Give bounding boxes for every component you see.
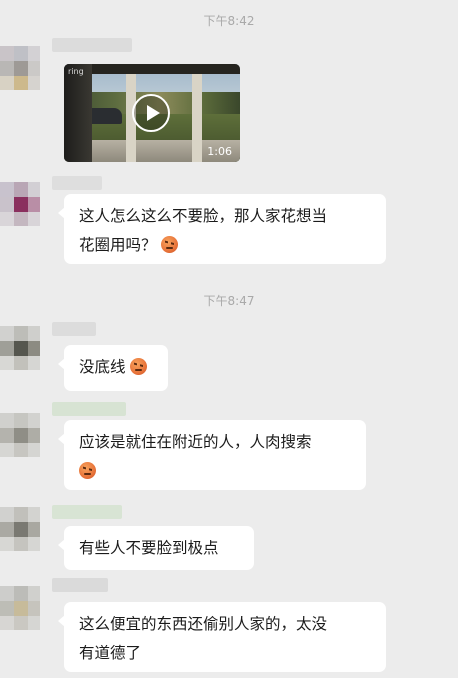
sender-name-blurred	[52, 38, 132, 52]
avatar[interactable]	[0, 586, 40, 630]
video-duration: 1:06	[207, 145, 232, 158]
message-text: 有些人不要脸到极点	[79, 539, 219, 557]
sender-name-blurred	[52, 176, 102, 190]
message-bubble[interactable]: 没底线	[58, 345, 168, 391]
video-message[interactable]: ring 1:06	[64, 64, 240, 162]
sender-name-blurred	[52, 578, 108, 592]
avatar[interactable]	[0, 46, 40, 90]
angry-face-emoji-icon	[79, 462, 96, 479]
message-text: 花圈用吗？	[79, 236, 157, 254]
sender-name-blurred	[52, 505, 122, 519]
avatar[interactable]	[0, 413, 40, 457]
message-bubble[interactable]: 应该是就住在附近的人，人肉搜索	[58, 420, 366, 490]
sender-name-blurred	[52, 322, 96, 336]
message-bubble[interactable]: 这人怎么这么不要脸，那人家花想当 花圈用吗？	[58, 194, 386, 264]
message-text: 有道德了	[79, 644, 142, 662]
message-bubble[interactable]: 这么便宜的东西还偷别人家的，太没 有道德了	[58, 602, 386, 672]
message-text: 没底线	[79, 358, 126, 376]
angry-face-emoji-icon	[160, 236, 178, 253]
angry-face-emoji-icon	[129, 358, 147, 375]
avatar[interactable]	[0, 182, 40, 226]
timestamp: 下午8:47	[203, 294, 255, 308]
avatar[interactable]	[0, 507, 40, 551]
message-text: 这么便宜的东西还偷别人家的，太没	[79, 615, 328, 633]
timestamp: 下午8:42	[203, 14, 255, 28]
avatar[interactable]	[0, 326, 40, 370]
sender-name-blurred	[52, 402, 126, 416]
message-text: 应该是就住在附近的人，人肉搜索	[79, 433, 312, 451]
message-bubble[interactable]: 有些人不要脸到极点	[58, 526, 254, 570]
message-text: 这人怎么这么不要脸，那人家花想当	[79, 207, 328, 225]
chat-screen: 下午8:42 ring 1:06 这人怎么这么不要脸，那人家花想当 花圈用吗？ …	[0, 0, 458, 678]
video-watermark: ring	[68, 67, 84, 76]
play-icon[interactable]	[132, 94, 170, 132]
